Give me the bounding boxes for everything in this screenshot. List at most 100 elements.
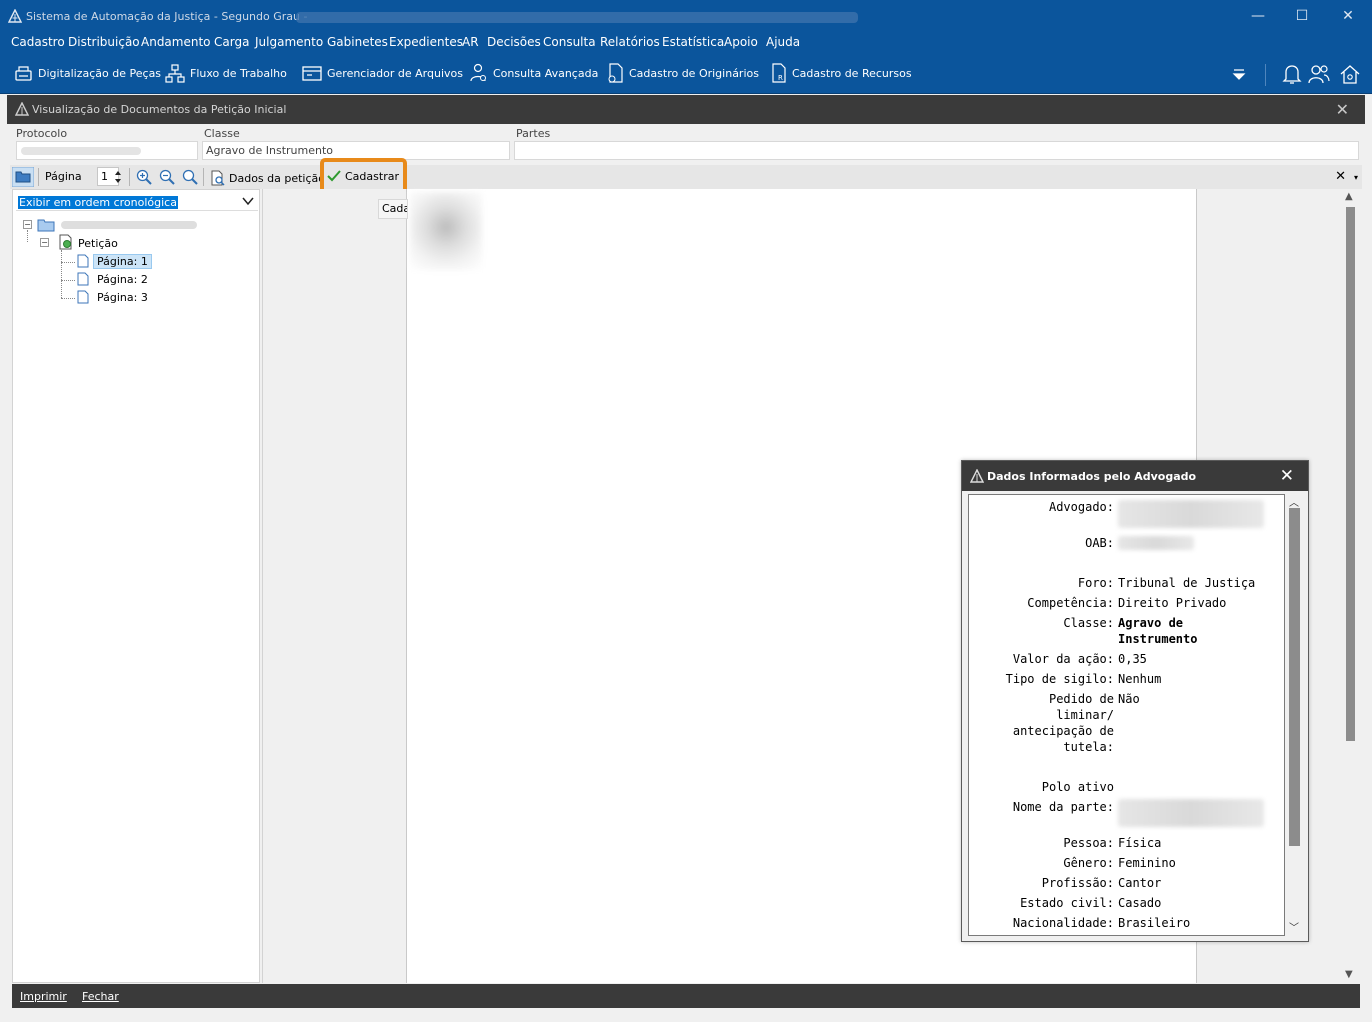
cadastrar-tooltip: Cadastrar <box>378 199 408 219</box>
document-toolbar: Página 1 Dados da petição ✕ ▾ <box>10 165 1362 189</box>
redacted-title <box>296 12 858 23</box>
menu-consulta[interactable]: Consulta <box>543 35 596 49</box>
minimize-button[interactable]: — <box>1247 6 1269 26</box>
file-manager-icon <box>302 65 322 81</box>
scroll-thumb[interactable] <box>1346 207 1355 741</box>
document-tree-panel: Exibir em ordem cronológica − − Petição … <box>12 189 260 983</box>
dropdown-arrow-icon[interactable] <box>1227 62 1251 86</box>
valor-acao-value: 0,35 <box>1118 652 1147 666</box>
document-thumbnail <box>410 192 482 270</box>
genero-value: Feminino <box>1118 856 1176 870</box>
digitalizacao-button[interactable]: Digitalização de Peças <box>14 62 161 84</box>
dialog-logo-icon <box>970 469 984 483</box>
menu-estatistica[interactable]: Estatística <box>662 35 724 49</box>
menu-cadastro[interactable]: Cadastro <box>11 35 65 49</box>
tree-node-peticao[interactable]: Petição <box>78 237 118 250</box>
tipo-sigilo-value: Nenhum <box>1118 672 1162 686</box>
menu-apoio[interactable]: Apoio <box>724 35 758 49</box>
scroll-up-icon[interactable]: ▲ <box>1345 191 1353 202</box>
tree-node-pagina-3[interactable]: Página: 3 <box>97 291 148 304</box>
petition-icon <box>59 234 72 250</box>
dialog-scroll-up-icon[interactable]: ︿ <box>1289 494 1299 509</box>
tree-node-pagina-1[interactable]: Página: 1 <box>93 254 152 269</box>
tree-line <box>61 262 75 263</box>
collapse-root-icon[interactable]: − <box>23 220 32 229</box>
foro-label: Foro: <box>1077 576 1114 590</box>
close-document-icon[interactable]: ✕ <box>1335 169 1346 184</box>
consulta-avancada-button[interactable]: Consulta Avançada <box>470 62 598 84</box>
dialog-scroll-thumb[interactable] <box>1289 508 1300 846</box>
dialog-scrollbar[interactable]: ︿ ﹀ <box>1286 494 1302 936</box>
main-toolbar: Digitalização de Peças Fluxo de Trabalho… <box>0 54 1372 94</box>
menu-julgamento[interactable]: Julgamento <box>255 35 323 49</box>
separator <box>129 168 130 186</box>
panel-title: Visualização de Documentos da Petição In… <box>32 103 287 116</box>
document-scrollbar[interactable]: ▲ ▼ <box>1342 189 1358 983</box>
panel-logo-icon <box>15 102 29 116</box>
cadastro-recursos-button[interactable]: R Cadastro de Recursos <box>770 62 912 84</box>
close-dialog-icon[interactable]: ✕ <box>1280 466 1294 486</box>
redacted-advogado <box>1118 500 1264 528</box>
lawyer-data-dialog: Dados Informados pelo Advogado ✕ Advogad… <box>961 460 1309 942</box>
menu-bar: Cadastro Distribuição Andamento Carga Ju… <box>0 32 1372 54</box>
app-logo-icon <box>8 9 22 23</box>
toolbar-menu-chevron-icon[interactable]: ▾ <box>1354 173 1358 182</box>
fechar-button[interactable]: Fechar <box>82 990 119 1003</box>
scroll-down-icon[interactable]: ▼ <box>1345 969 1353 980</box>
bell-icon[interactable] <box>1280 62 1304 86</box>
imprimir-button[interactable]: Imprimir <box>20 990 67 1003</box>
menu-decisoes[interactable]: Decisões <box>487 35 541 49</box>
zoom-fit-icon[interactable] <box>182 169 198 185</box>
menu-gabinetes[interactable]: Gabinetes <box>327 35 388 49</box>
svg-text:R: R <box>778 74 783 82</box>
classe-value: Agravo de Instrumento <box>1118 616 1198 646</box>
order-dropdown[interactable]: Exibir em ordem cronológica <box>16 192 258 211</box>
dialog-scroll-down-icon[interactable]: ﹀ <box>1289 919 1299 934</box>
estado-civil-value: Casado <box>1118 896 1162 910</box>
folder-open-icon[interactable] <box>12 167 34 187</box>
workflow-icon <box>165 63 185 83</box>
menu-expedientes[interactable]: Expedientes <box>389 35 463 49</box>
partes-field[interactable] <box>514 141 1359 160</box>
foro-value: Tribunal de Justiça <box>1118 576 1256 590</box>
nome-parte-label: Nome da parte: <box>1012 800 1114 814</box>
toolbar-separator <box>1265 64 1266 86</box>
tree-node-pagina-2[interactable]: Página: 2 <box>97 273 148 286</box>
redacted-protocolo <box>21 147 141 155</box>
menu-distribuicao[interactable]: Distribuição <box>68 35 140 49</box>
menu-carga[interactable]: Carga <box>214 35 249 49</box>
collapse-peticao-icon[interactable]: − <box>40 238 49 247</box>
fluxo-trabalho-button[interactable]: Fluxo de Trabalho <box>165 62 287 84</box>
advogado-label: Advogado: <box>1048 500 1114 514</box>
pedido-liminar-value: Não <box>1118 692 1140 706</box>
zoom-in-icon[interactable] <box>136 169 152 185</box>
close-window-button[interactable]: ✕ <box>1337 6 1359 26</box>
menu-ar[interactable]: AR <box>462 35 479 49</box>
menu-relatorios[interactable]: Relatórios <box>600 35 660 49</box>
tree-line <box>61 280 75 281</box>
home-icon[interactable] <box>1338 62 1362 86</box>
folder-icon <box>37 219 55 232</box>
nacionalidade-value: Brasileiro <box>1118 916 1191 930</box>
gerenciador-arquivos-button[interactable]: Gerenciador de Arquivos <box>302 62 463 84</box>
cadastro-originarios-button[interactable]: Cadastro de Originários <box>607 62 759 84</box>
zoom-out-icon[interactable] <box>159 169 175 185</box>
close-panel-icon[interactable]: ✕ <box>1336 100 1349 119</box>
profissao-label: Profissão: <box>1041 876 1114 890</box>
protocolo-label: Protocolo <box>16 127 68 140</box>
page-icon <box>77 290 89 304</box>
dialog-title: Dados Informados pelo Advogado <box>987 470 1197 483</box>
menu-andamento[interactable]: Andamento <box>141 35 211 49</box>
protocolo-field[interactable] <box>16 141 198 160</box>
classe-label: Classe: <box>1063 616 1114 630</box>
page-spinner-icon[interactable] <box>113 168 123 186</box>
person-search-icon <box>470 63 486 82</box>
users-icon[interactable] <box>1307 62 1331 86</box>
menu-ajuda[interactable]: Ajuda <box>766 35 800 49</box>
page-label: Página <box>45 170 82 183</box>
maximize-button[interactable]: ☐ <box>1291 6 1313 26</box>
cadastrar-button[interactable]: Cadastrar <box>326 169 399 183</box>
pedido-liminar-label: Pedido de liminar/ antecipação de tutela… <box>1012 692 1114 754</box>
dados-peticao-button[interactable]: Dados da petição <box>210 170 325 186</box>
nacionalidade-label: Nacionalidade: <box>1012 916 1114 930</box>
